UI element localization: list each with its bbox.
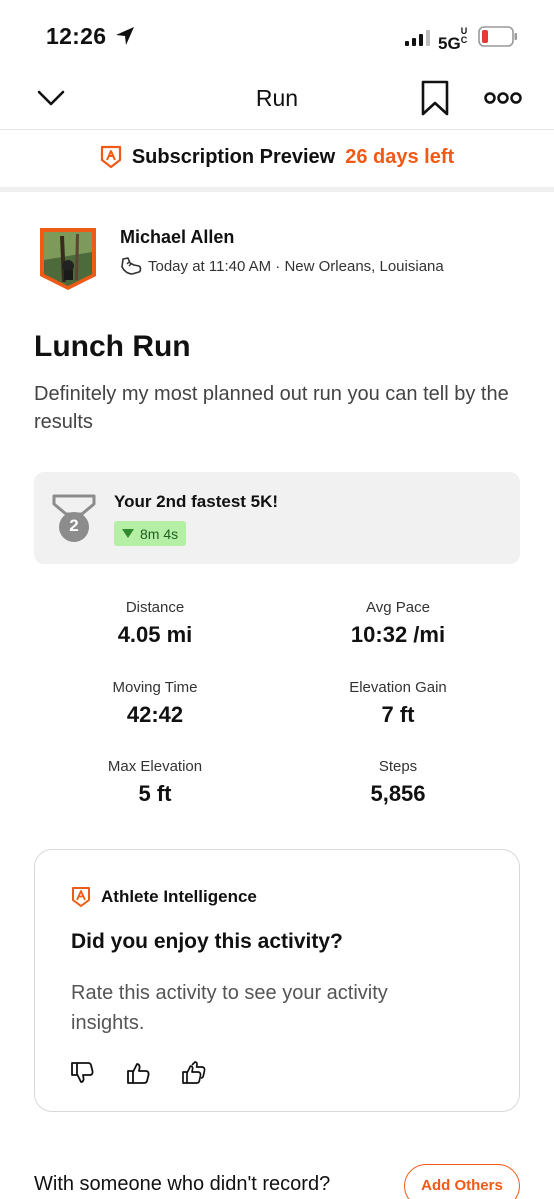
stat-distance: Distance 4.05 mi (35, 599, 275, 648)
athlete-avatar[interactable] (38, 226, 98, 292)
stat-label: Moving Time (112, 679, 198, 696)
subscription-label: Subscription Preview (131, 145, 336, 168)
activity-meta-text: Today at 11:40 AM · New Orleans, Louisia… (148, 257, 444, 275)
athlete-intelligence-card: Athlete Intelligence Did you enjoy this … (34, 849, 520, 1112)
activity-meta: Today at 11:40 AM · New Orleans, Louisia… (120, 256, 444, 276)
stat-value: 4.05 mi (117, 622, 193, 647)
status-bar: 12:26 5GUC (0, 0, 554, 66)
achievement-card[interactable]: 2 Your 2nd fastest 5K! 8m 4s (34, 472, 520, 564)
shoe-icon (121, 257, 142, 275)
signal-bars-icon (405, 30, 430, 46)
nav-bar: Run (0, 66, 554, 130)
section-divider (0, 187, 554, 192)
status-time: 12:26 (46, 23, 107, 49)
activity-description: Definitely my most planned out run you c… (34, 383, 509, 433)
subscription-banner[interactable]: Subscription Preview 26 days left (0, 131, 554, 187)
subscription-days-left: 26 days left (345, 145, 455, 168)
stat-label: Avg Pace (366, 599, 430, 616)
stat-value: 5 ft (138, 781, 172, 806)
medal-rank: 2 (69, 516, 79, 535)
stat-label: Max Elevation (107, 758, 203, 775)
down-triangle-icon (122, 529, 134, 538)
athlete-intelligence-label: Athlete Intelligence (101, 887, 257, 906)
achievement-delta-badge: 8m 4s (114, 521, 187, 546)
athlete-name[interactable]: Michael Allen (120, 227, 234, 248)
add-others-button[interactable]: Add Others (404, 1164, 520, 1199)
stat-label: Distance (125, 599, 185, 616)
achievement-delta: 8m 4s (140, 525, 179, 542)
stat-moving-time: Moving Time 42:42 (35, 679, 275, 728)
thumbs-down-icon[interactable] (69, 1060, 95, 1086)
double-thumbs-up-icon[interactable] (181, 1060, 207, 1086)
athlete-intelligence-header: Athlete Intelligence (71, 886, 257, 908)
stat-value: 5,856 (370, 781, 426, 806)
strava-shield-icon (100, 145, 121, 169)
stat-steps: Steps 5,856 (278, 758, 518, 807)
network-type: 5GUC (438, 26, 468, 54)
achievement-title: Your 2nd fastest 5K! (114, 492, 279, 511)
stat-value: 42:42 (126, 702, 184, 727)
feedback-subtext: Rate this activity to see your activity … (71, 982, 388, 1034)
stat-label: Elevation Gain (349, 679, 447, 696)
stat-value: 10:32 /mi (350, 622, 446, 647)
network-suffix: UC (460, 26, 468, 45)
strava-shield-icon (72, 887, 90, 907)
page-title: Run (255, 85, 299, 111)
stat-label: Steps (378, 758, 418, 775)
stat-elevation-gain: Elevation Gain 7 ft (278, 679, 518, 728)
record-question: With someone who didn't record? (34, 1173, 331, 1195)
battery-icon (478, 26, 517, 47)
stat-value: 7 ft (381, 702, 415, 727)
stat-max-elevation: Max Elevation 5 ft (35, 758, 275, 807)
thumbs-up-icon[interactable] (125, 1060, 151, 1086)
feedback-question: Did you enjoy this activity? (71, 930, 343, 953)
bookmark-icon[interactable] (420, 80, 450, 116)
stat-avg-pace: Avg Pace 10:32 /mi (278, 599, 518, 648)
more-icon[interactable] (484, 88, 522, 108)
activity-title: Lunch Run (34, 330, 191, 363)
location-arrow-icon (116, 27, 134, 45)
